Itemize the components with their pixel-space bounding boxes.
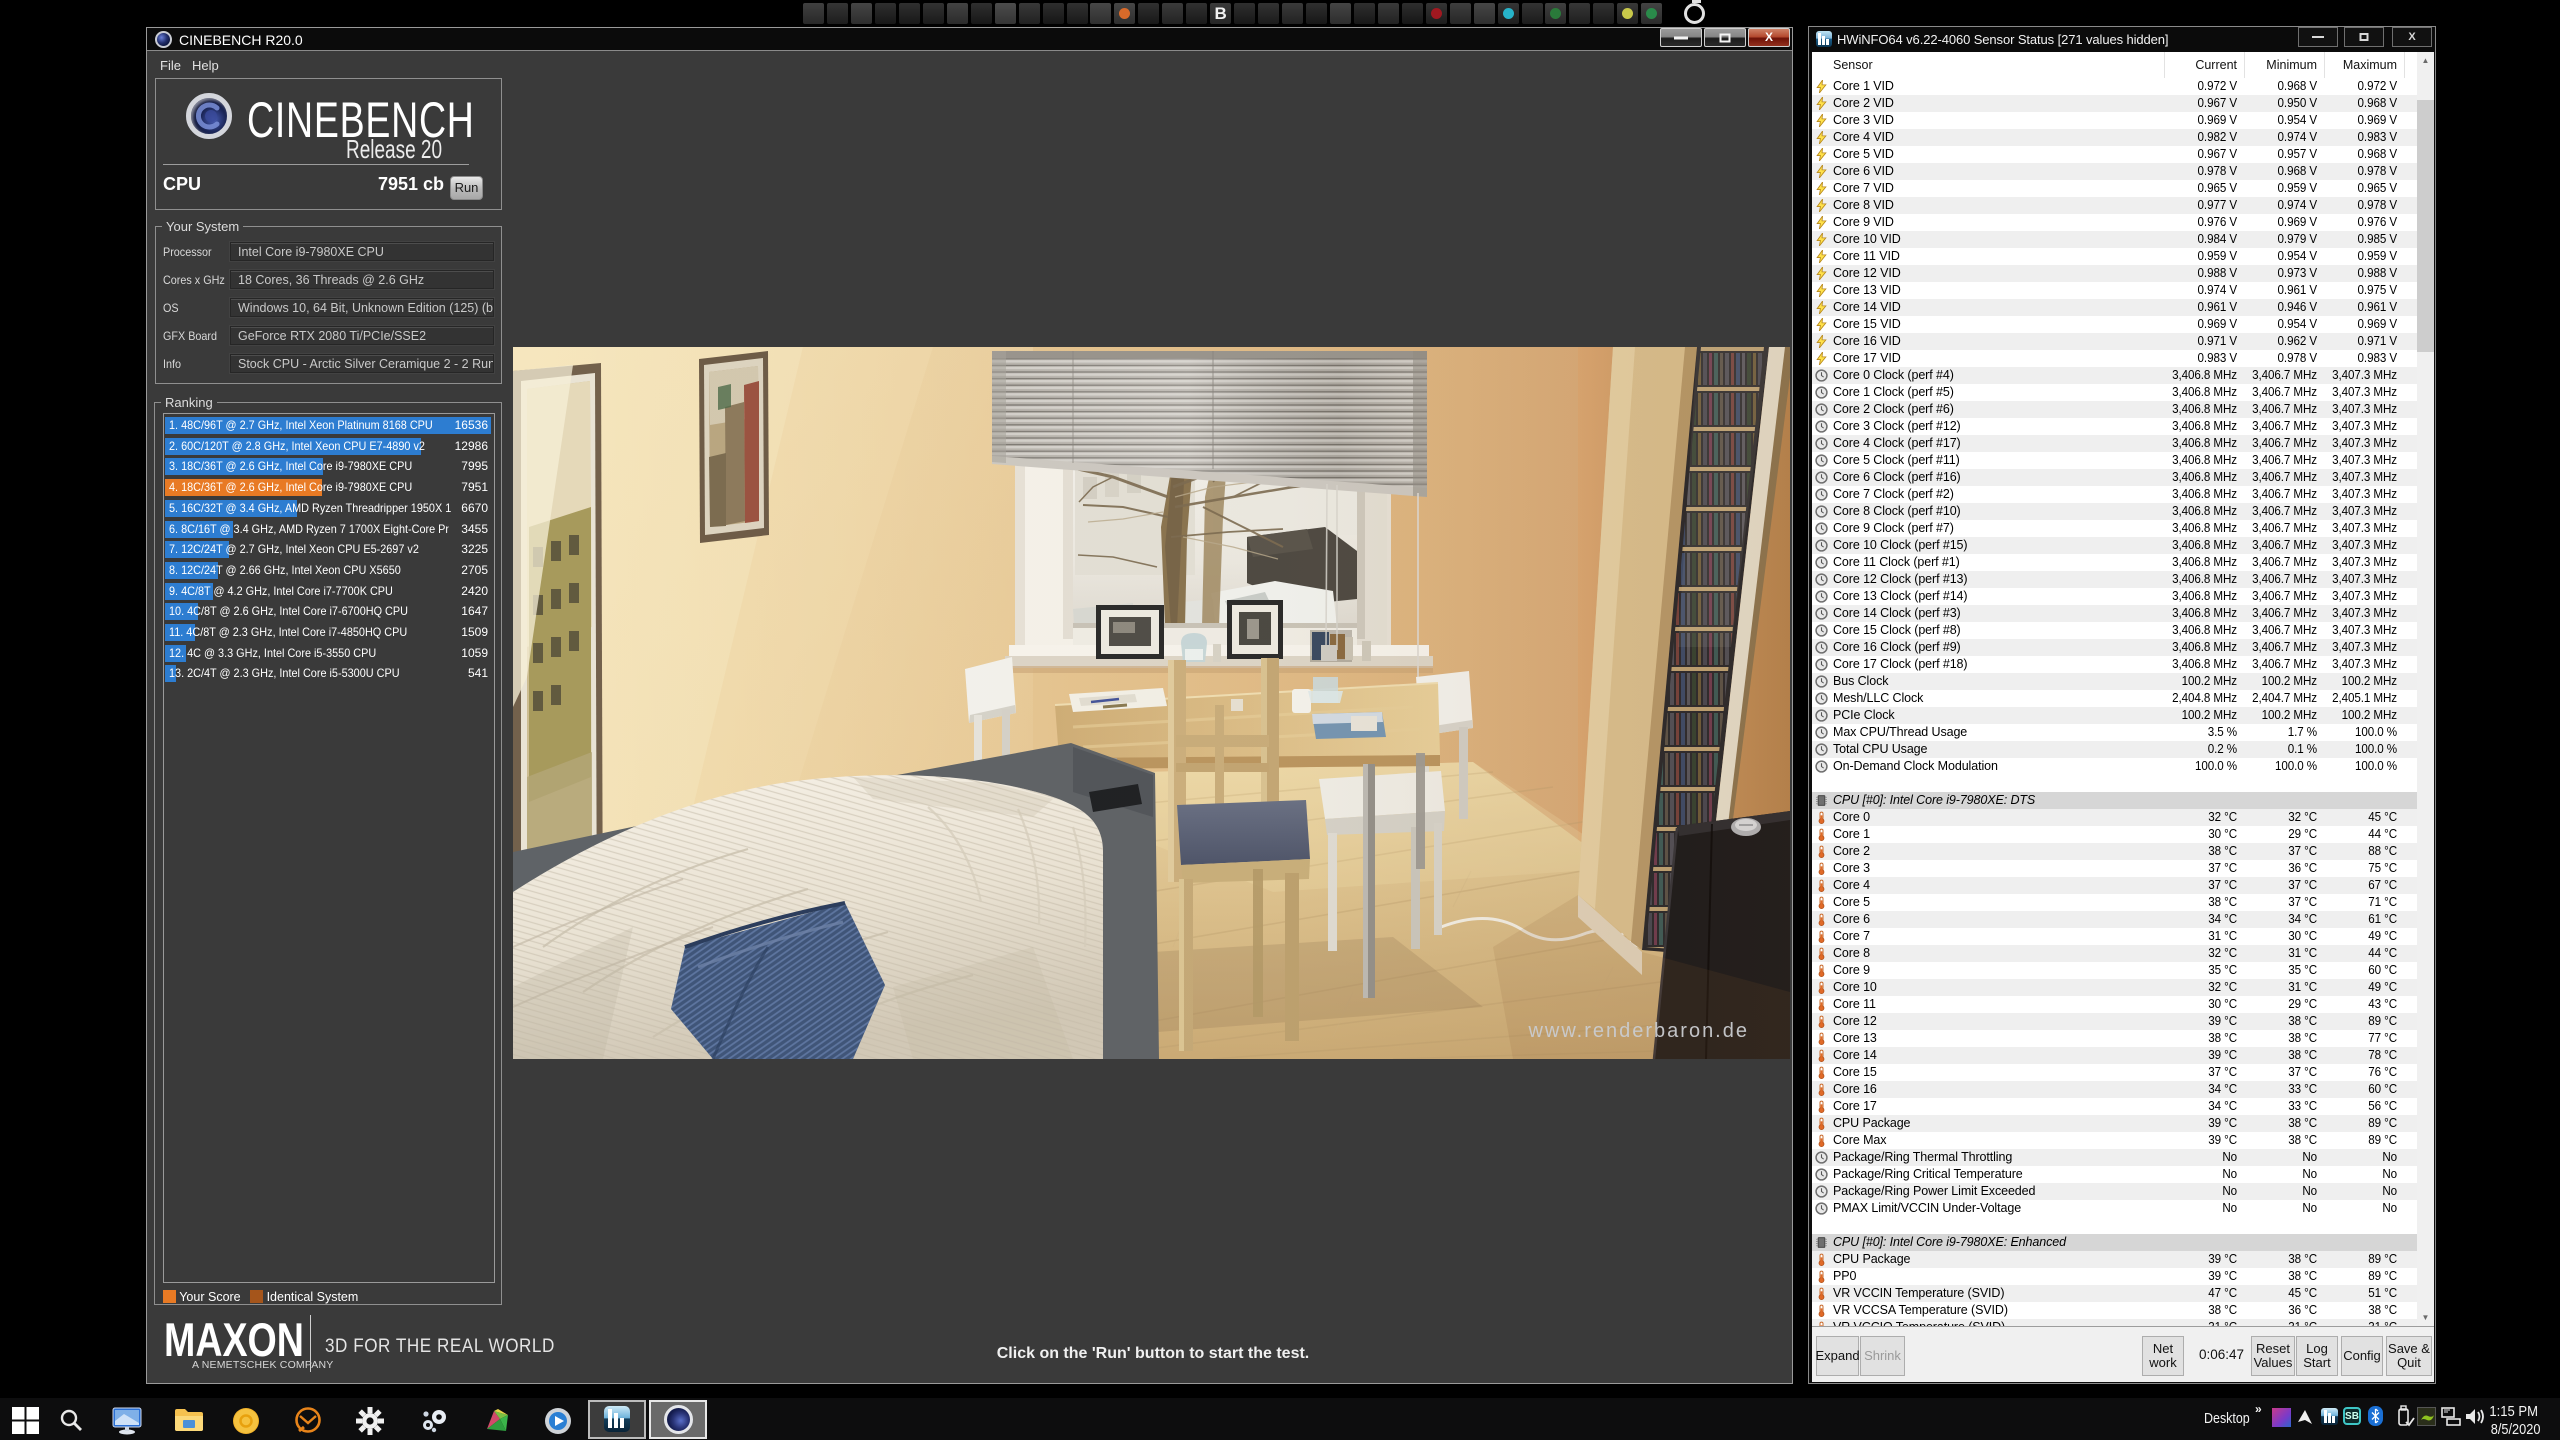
svg-text:www.renderbaron.de: www.renderbaron.de: [1527, 1020, 1749, 1042]
